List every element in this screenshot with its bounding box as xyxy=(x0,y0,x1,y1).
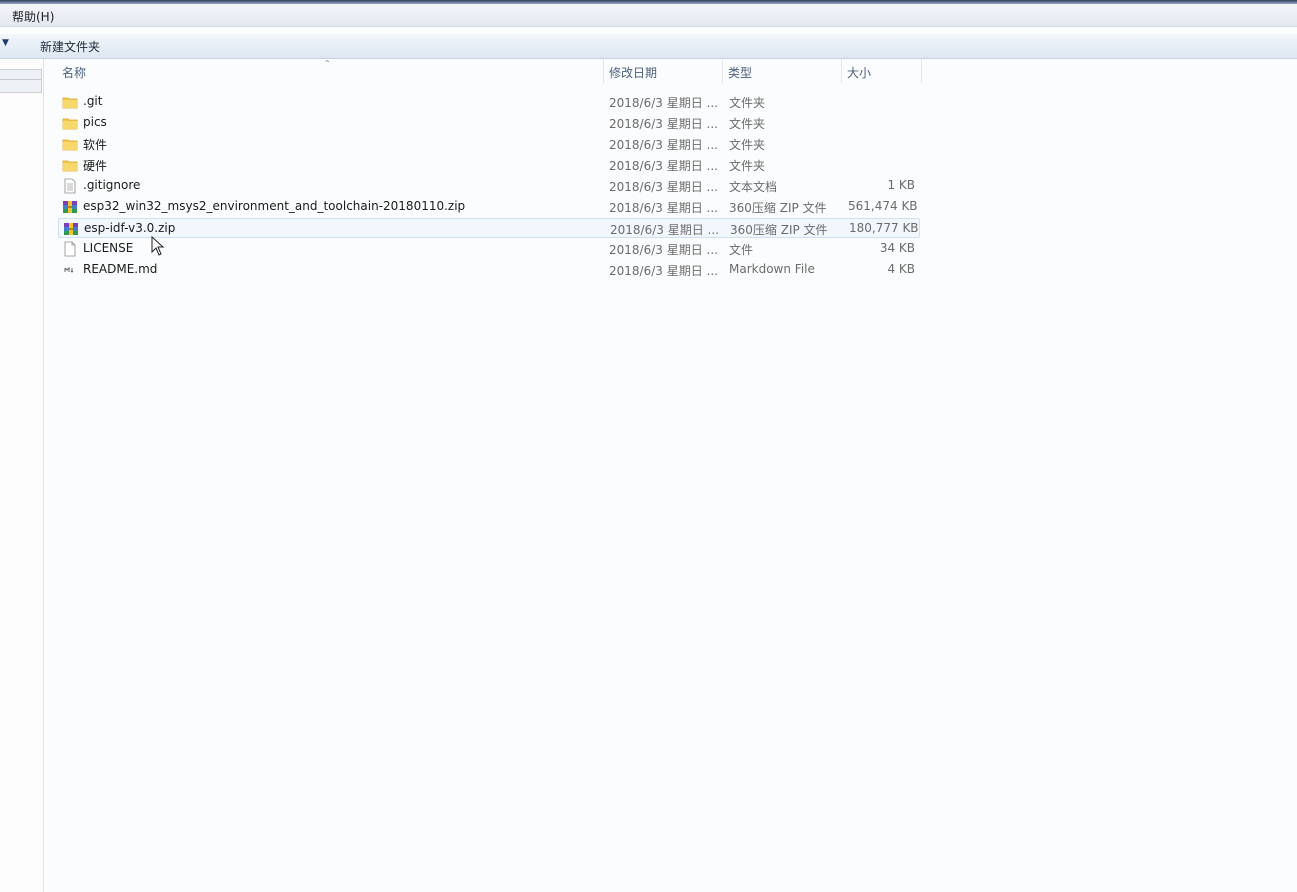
file-name: README.md xyxy=(83,262,158,276)
folder-icon xyxy=(62,115,78,131)
file-row[interactable]: pics 2018/6/3 星期日 ... 文件夹 xyxy=(58,113,918,133)
file-name: LICENSE xyxy=(83,241,134,255)
file-modified-date: 2018/6/3 星期日 ... xyxy=(610,223,719,237)
column-header-name-label: 名称 xyxy=(62,66,87,80)
column-header-name[interactable]: 名称 xyxy=(56,59,604,83)
file-name: .git xyxy=(83,94,103,108)
file-row[interactable]: esp32_win32_msys2_environment_and_toolch… xyxy=(58,197,918,217)
file-name: 硬件 xyxy=(83,159,108,173)
new-folder-button[interactable]: 新建文件夹 xyxy=(34,37,106,56)
markdown-file-icon xyxy=(62,262,78,278)
file-modified-date: 2018/6/3 星期日 ... xyxy=(609,201,718,215)
blank-file-icon xyxy=(62,241,78,257)
command-bar: ▼ 新建文件夹 xyxy=(0,34,1297,59)
file-type: 360压缩 ZIP 文件 xyxy=(729,201,827,215)
file-size: 4 KB xyxy=(887,262,915,276)
file-size: 34 KB xyxy=(879,241,915,255)
file-row[interactable]: esp-idf-v3.0.zip 2018/6/3 星期日 ... 360压缩 ZI… xyxy=(58,218,920,238)
zip-archive-icon xyxy=(63,221,79,237)
file-size: 1 KB xyxy=(887,178,915,192)
column-header-size[interactable]: 大小 xyxy=(841,59,922,83)
file-modified-date: 2018/6/3 星期日 ... xyxy=(609,243,718,257)
column-header-modified-label: 修改日期 xyxy=(609,66,658,80)
zip-archive-icon xyxy=(62,199,78,215)
file-type: 文件 xyxy=(729,243,754,257)
file-row[interactable]: LICENSE 2018/6/3 星期日 ... 文件 34 KB xyxy=(58,239,918,259)
column-header-size-label: 大小 xyxy=(847,66,872,80)
file-name: pics xyxy=(83,115,107,129)
file-modified-date: 2018/6/3 星期日 ... xyxy=(609,117,718,131)
folder-icon xyxy=(62,94,78,110)
file-type: 文件夹 xyxy=(729,117,766,131)
file-size: 180,777 KB xyxy=(849,221,919,235)
file-size: 561,474 KB xyxy=(848,199,918,213)
folder-icon xyxy=(62,157,78,173)
file-modified-date: 2018/6/3 星期日 ... xyxy=(609,264,718,278)
file-type: 文本文档 xyxy=(729,180,778,194)
file-modified-date: 2018/6/3 星期日 ... xyxy=(609,96,718,110)
mouse-pointer-icon xyxy=(151,236,165,256)
file-type: 文件夹 xyxy=(729,138,766,152)
file-type: 文件夹 xyxy=(729,159,766,173)
file-row[interactable]: 硬件 2018/6/3 星期日 ... 文件夹 xyxy=(58,155,918,175)
navigation-pane[interactable] xyxy=(0,59,44,892)
column-header-type[interactable]: 类型 xyxy=(722,59,842,83)
file-row[interactable]: .git 2018/6/3 星期日 ... 文件夹 xyxy=(58,92,918,112)
file-type: Markdown File xyxy=(729,262,815,276)
file-row[interactable]: 软件 2018/6/3 星期日 ... 文件夹 xyxy=(58,134,918,154)
file-name: esp-idf-v3.0.zip xyxy=(84,221,176,235)
folder-icon xyxy=(62,136,78,152)
file-row[interactable]: .gitignore 2018/6/3 星期日 ... 文本文档 1 KB xyxy=(58,176,918,196)
file-type: 文件夹 xyxy=(729,96,766,110)
navigation-pane-scroll-thumb[interactable] xyxy=(0,69,42,93)
file-row[interactable]: README.md 2018/6/3 星期日 ... Markdown File 4 … xyxy=(58,260,918,280)
file-modified-date: 2018/6/3 星期日 ... xyxy=(609,138,718,152)
menu-help[interactable]: 帮助(H) xyxy=(6,7,60,26)
file-modified-date: 2018/6/3 星期日 ... xyxy=(609,180,718,194)
column-header-modified[interactable]: 修改日期 xyxy=(603,59,723,83)
column-header-type-label: 类型 xyxy=(728,66,753,80)
menu-bar: 帮助(H) xyxy=(0,4,1297,27)
file-name: .gitignore xyxy=(83,178,141,192)
file-list-view: ⌃ 名称 修改日期 类型 大小 .git 2018/6/3 星期日 ... 文件夹 p… xyxy=(44,59,1297,892)
text-file-icon xyxy=(62,178,78,194)
file-name: esp32_win32_msys2_environment_and_toolch… xyxy=(83,199,466,213)
file-name: 软件 xyxy=(83,138,108,152)
file-type: 360压缩 ZIP 文件 xyxy=(730,223,828,237)
file-modified-date: 2018/6/3 星期日 ... xyxy=(609,159,718,173)
organize-dropdown-arrow-icon[interactable]: ▼ xyxy=(2,38,9,48)
